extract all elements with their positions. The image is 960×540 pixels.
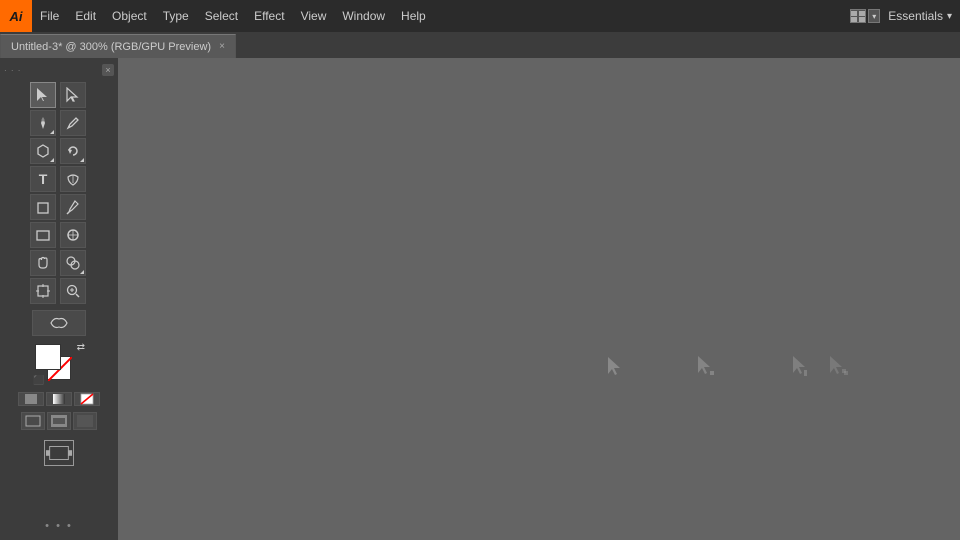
fill-swatch[interactable] xyxy=(35,344,61,370)
normal-screen-button[interactable] xyxy=(21,412,45,430)
panel-drag-dots: · · · xyxy=(4,66,21,75)
menu-effect[interactable]: Effect xyxy=(246,0,292,32)
menu-view[interactable]: View xyxy=(293,0,335,32)
cursor-ghost-3 xyxy=(791,355,811,380)
full-screen-button[interactable] xyxy=(73,412,97,430)
menu-type[interactable]: Type xyxy=(155,0,197,32)
pen-tool[interactable] xyxy=(30,110,56,136)
tools-grid: T xyxy=(26,78,92,308)
shape-tool[interactable] xyxy=(30,138,56,164)
rotate-tool[interactable] xyxy=(60,138,86,164)
solid-color-button[interactable] xyxy=(18,392,44,406)
workspace-label: Essentials xyxy=(888,9,943,23)
full-screen-menu-button[interactable] xyxy=(47,412,71,430)
view-icon-dropdown[interactable]: ▾ xyxy=(868,9,880,23)
menu-window[interactable]: Window xyxy=(334,0,393,32)
menu-file[interactable]: File xyxy=(32,0,67,32)
view-icons: ▾ xyxy=(842,9,888,23)
menu-select[interactable]: Select xyxy=(197,0,246,32)
eyedropper-tool[interactable] xyxy=(60,194,86,220)
toolbar-panel: · · · × xyxy=(0,58,118,540)
swap-colors-button[interactable]: ⇄ xyxy=(77,342,85,353)
transform-tool-extra[interactable] xyxy=(32,310,86,336)
artboard-area xyxy=(44,440,74,466)
text-tool[interactable]: T xyxy=(30,166,56,192)
default-colors-button[interactable]: ⬛ xyxy=(33,375,44,386)
gradient-tool[interactable] xyxy=(60,222,86,248)
pencil-tool[interactable] xyxy=(60,110,86,136)
cursor-ghost-4 xyxy=(828,355,850,380)
hand-tool[interactable] xyxy=(30,250,56,276)
menu-object[interactable]: Object xyxy=(104,0,155,32)
fill-stroke-area: ⇄ ⬛ xyxy=(33,342,85,386)
rectangle-tool[interactable] xyxy=(30,222,56,248)
view-icon-grid[interactable] xyxy=(850,9,866,23)
selection-tool[interactable] xyxy=(30,82,56,108)
cursor-ghost-1 xyxy=(606,356,624,381)
menu-help[interactable]: Help xyxy=(393,0,434,32)
workspace-selector[interactable]: Essentials ▾ xyxy=(888,9,960,23)
menu-edit[interactable]: Edit xyxy=(67,0,104,32)
workspace-dropdown-arrow: ▾ xyxy=(947,11,952,22)
more-tools-area: • • • xyxy=(0,520,118,532)
shape-builder-tool[interactable] xyxy=(60,250,86,276)
panel-close-button[interactable]: × xyxy=(102,64,114,76)
tab-title: Untitled-3* @ 300% (RGB/GPU Preview) xyxy=(11,41,211,53)
more-tools-button[interactable]: • • • xyxy=(45,520,73,532)
menu-bar: Ai File Edit Object Type Select Effect V… xyxy=(0,0,960,32)
ai-logo: Ai xyxy=(0,0,32,32)
eraser-tool[interactable] xyxy=(30,194,56,220)
document-tab[interactable]: Untitled-3* @ 300% (RGB/GPU Preview) × xyxy=(0,34,236,58)
color-area: ⇄ ⬛ xyxy=(14,336,104,436)
panel-drag-bar[interactable]: · · · × xyxy=(0,62,118,78)
screen-mode-row xyxy=(21,412,97,430)
no-color-button[interactable] xyxy=(74,392,100,406)
direct-selection-tool[interactable] xyxy=(60,82,86,108)
main-area: · · · × xyxy=(0,58,960,540)
gradient-color-button[interactable] xyxy=(46,392,72,406)
cursor-ghost-2 xyxy=(696,355,716,380)
tab-bar: Untitled-3* @ 300% (RGB/GPU Preview) × xyxy=(0,32,960,58)
tab-close-button[interactable]: × xyxy=(219,41,225,52)
canvas-area[interactable] xyxy=(118,58,960,540)
free-transform-tool[interactable] xyxy=(60,166,86,192)
color-mode-row xyxy=(18,392,100,406)
zoom-tool[interactable] xyxy=(60,278,86,304)
artboard-resize-icon[interactable] xyxy=(44,440,74,466)
artboard-tool[interactable] xyxy=(30,278,56,304)
